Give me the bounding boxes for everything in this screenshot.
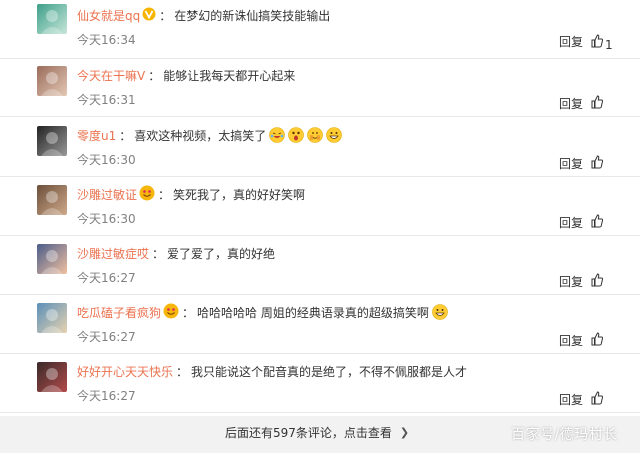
like-button[interactable] [591, 213, 604, 232]
comment-item: 好好开心天天快乐：我只能说这个配音真的是绝了，不得不佩服都是人才今天16:27 回… [0, 354, 640, 413]
like-count: 1 [605, 38, 613, 52]
chevron-right-icon: ❯ [399, 426, 410, 439]
comment-item: 仙女就是qq ：在梦幻的新诛仙搞笑技能输出今天16:34 回复 1 [0, 0, 640, 59]
comment-username[interactable]: 零度u1 [77, 127, 116, 144]
comment-item: 沙雕过敏证 ：笑死我了，真的好好笑啊今天16:30 回复 [0, 177, 640, 236]
comment-username[interactable]: 沙雕过敏证 [77, 186, 137, 203]
thumbs-up-icon [591, 331, 604, 350]
reply-button[interactable]: 回复 [559, 214, 583, 231]
reply-button[interactable]: 回复 [559, 95, 583, 112]
comment-time: 今天16:30 [77, 212, 136, 226]
comment-text: 在梦幻的新诛仙搞笑技能输出 [174, 8, 331, 23]
comment-time: 今天16:27 [77, 389, 136, 403]
avatar[interactable] [37, 66, 67, 96]
comment-footer: 后面还有597条评论，点击查看 ❯ 百家号/德玛村长 [0, 416, 640, 453]
comment-username[interactable]: 今天在干嘛V [77, 67, 145, 84]
comment-username[interactable]: 仙女就是qq [77, 7, 140, 24]
thumbs-up-icon [591, 33, 604, 52]
reply-button[interactable]: 回复 [559, 391, 583, 408]
reply-button[interactable]: 回复 [559, 273, 583, 290]
comment-time: 今天16:30 [77, 153, 136, 167]
comment-time: 今天16:27 [77, 271, 136, 285]
fan-badge-icon [139, 185, 155, 204]
comment-text: 爱了爱了，真的好绝 [167, 246, 276, 261]
like-button[interactable] [591, 94, 604, 113]
comment-item: 零度u1：喜欢这种视频，太搞笑了今天16:30 回复 [0, 118, 640, 177]
fan-badge-icon [163, 303, 179, 322]
covering-face-emoji [307, 127, 324, 143]
like-button[interactable] [591, 272, 604, 291]
avatar[interactable] [37, 4, 67, 34]
view-more-comments-link[interactable]: 后面还有597条评论，点击查看 ❯ [225, 424, 409, 441]
cry-laugh-emoji [269, 127, 286, 143]
comment-item: 沙雕过敏症哎：爱了爱了，真的好绝今天16:27 回复 [0, 236, 640, 295]
view-more-label: 后面还有597条评论，点击查看 [225, 426, 392, 440]
reply-button[interactable]: 回复 [559, 155, 583, 172]
thumbs-up-icon [591, 154, 604, 173]
avatar[interactable] [37, 185, 67, 215]
reply-button[interactable]: 回复 [559, 332, 583, 349]
grin-emoji [326, 127, 343, 143]
comment-text: 喜欢这种视频，太搞笑了 [134, 128, 267, 143]
comment-text: 哈哈哈哈哈 周姐的经典语录真的超级搞笑啊 [197, 305, 429, 320]
grin-emoji [432, 304, 448, 320]
verified-v-icon [142, 7, 156, 24]
reply-button[interactable]: 回复 [559, 33, 583, 50]
comment-item: 今天在干嘛V：能够让我每天都开心起来今天16:31 回复 [0, 58, 640, 117]
thumbs-up-icon [591, 213, 604, 232]
colon-separator: ： [158, 187, 171, 202]
comment-username[interactable]: 好好开心天天快乐 [77, 363, 173, 380]
colon-separator: ： [119, 128, 132, 143]
comment-username[interactable]: 沙雕过敏症哎 [77, 245, 149, 262]
comment-text: 我只能说这个配音真的是绝了，不得不佩服都是人才 [191, 364, 468, 379]
comment-text: 笑死我了，真的好好笑啊 [173, 187, 306, 202]
avatar[interactable] [37, 244, 67, 274]
colon-separator: ： [148, 68, 161, 83]
colon-separator: ： [152, 246, 165, 261]
comment-text: 能够让我每天都开心起来 [163, 68, 296, 83]
avatar[interactable] [37, 303, 67, 333]
colon-separator: ： [176, 364, 189, 379]
thumbs-up-icon [591, 272, 604, 291]
thumbs-up-icon [591, 94, 604, 113]
avatar[interactable] [37, 126, 67, 156]
comment-time: 今天16:34 [77, 33, 136, 47]
like-button[interactable] [591, 331, 604, 350]
colon-separator: ： [182, 305, 195, 320]
comment-time: 今天16:31 [77, 93, 136, 107]
watermark: 百家号/德玛村长 [511, 427, 618, 443]
avatar[interactable] [37, 362, 67, 392]
like-button[interactable] [591, 154, 604, 173]
comment-item: 吃瓜磕子看疯狗 ：哈哈哈哈哈 周姐的经典语录真的超级搞笑啊今天16:27 回复 [0, 295, 640, 354]
comment-username[interactable]: 吃瓜磕子看疯狗 [77, 304, 161, 321]
like-button[interactable]: 1 [591, 33, 613, 52]
shocked-emoji [288, 127, 305, 143]
comment-time: 今天16:27 [77, 330, 136, 344]
thumbs-up-icon [591, 390, 604, 409]
colon-separator: ： [159, 8, 172, 23]
like-button[interactable] [591, 390, 604, 409]
